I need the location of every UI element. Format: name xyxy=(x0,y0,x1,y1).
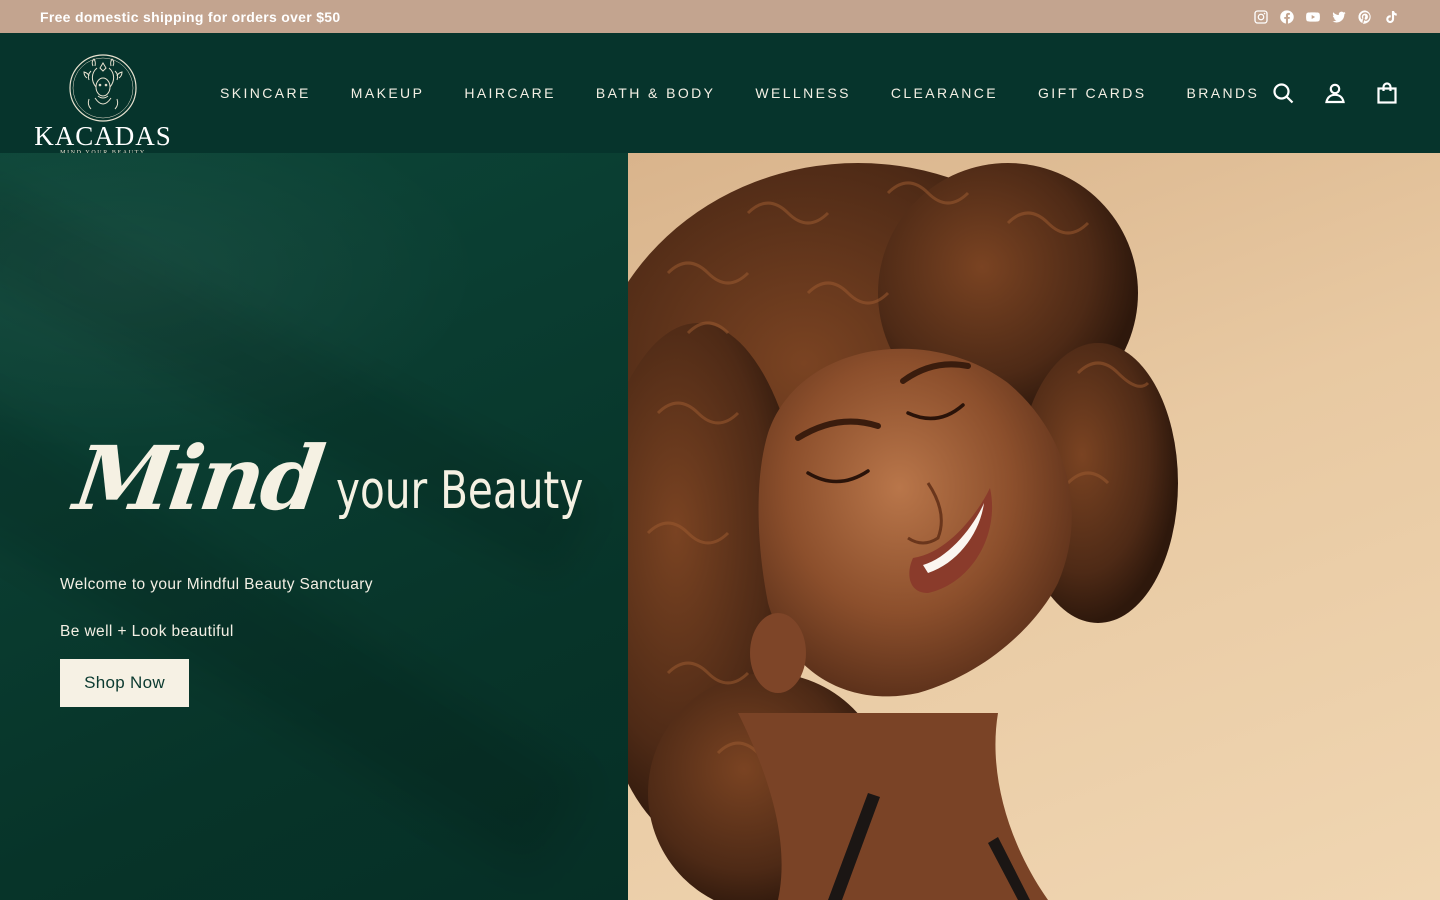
cart-icon[interactable] xyxy=(1374,80,1400,106)
header-actions xyxy=(1270,33,1400,153)
instagram-icon[interactable] xyxy=(1252,8,1270,26)
nav-item-clearance[interactable]: CLEARANCE xyxy=(871,85,1018,101)
hero-tagline: Be well + Look beautiful xyxy=(60,623,234,640)
nav-item-skincare[interactable]: SKINCARE xyxy=(200,85,331,101)
main-nav: SKINCARE MAKEUP HAIRCARE BATH & BODY WEL… xyxy=(200,33,1279,153)
nav-item-bath-body[interactable]: BATH & BODY xyxy=(576,85,736,101)
account-icon[interactable] xyxy=(1322,80,1348,106)
nav-item-wellness[interactable]: WELLNESS xyxy=(735,85,870,101)
nav-item-brands[interactable]: BRANDS xyxy=(1167,85,1280,101)
shop-now-button[interactable]: Shop Now xyxy=(60,659,189,707)
announcement-bar: Free domestic shipping for orders over $… xyxy=(0,0,1440,33)
social-links xyxy=(1252,8,1400,26)
hero-subtitle: Welcome to your Mindful Beauty Sanctuary xyxy=(60,576,373,593)
search-icon[interactable] xyxy=(1270,80,1296,106)
site-header: KACADAS MIND YOUR BEAUTY SKINCARE MAKEUP… xyxy=(0,33,1440,156)
hero-image xyxy=(628,153,1440,900)
tiktok-icon[interactable] xyxy=(1382,8,1400,26)
announcement-text: Free domestic shipping for orders over $… xyxy=(40,8,341,25)
nav-item-makeup[interactable]: MAKEUP xyxy=(331,85,445,101)
youtube-icon[interactable] xyxy=(1304,8,1322,26)
pinterest-icon[interactable] xyxy=(1356,8,1374,26)
logo-emblem xyxy=(69,54,137,122)
facebook-icon[interactable] xyxy=(1278,8,1296,26)
twitter-icon[interactable] xyxy=(1330,8,1348,26)
hero-title-script: Mind xyxy=(68,426,328,530)
hero-text-panel: Mind your Beauty Welcome to your Mindful… xyxy=(0,153,628,900)
nav-item-haircare[interactable]: HAIRCARE xyxy=(444,85,576,101)
hero-title: Mind your Beauty xyxy=(69,426,628,530)
hero-portrait-illustration xyxy=(628,163,1178,900)
nav-item-gift-cards[interactable]: GIFT CARDS xyxy=(1018,85,1167,101)
hero-title-rest: your Beauty xyxy=(336,461,584,521)
logo-wordmark: KACADAS xyxy=(34,121,172,151)
logo[interactable]: KACADAS MIND YOUR BEAUTY xyxy=(34,51,171,163)
